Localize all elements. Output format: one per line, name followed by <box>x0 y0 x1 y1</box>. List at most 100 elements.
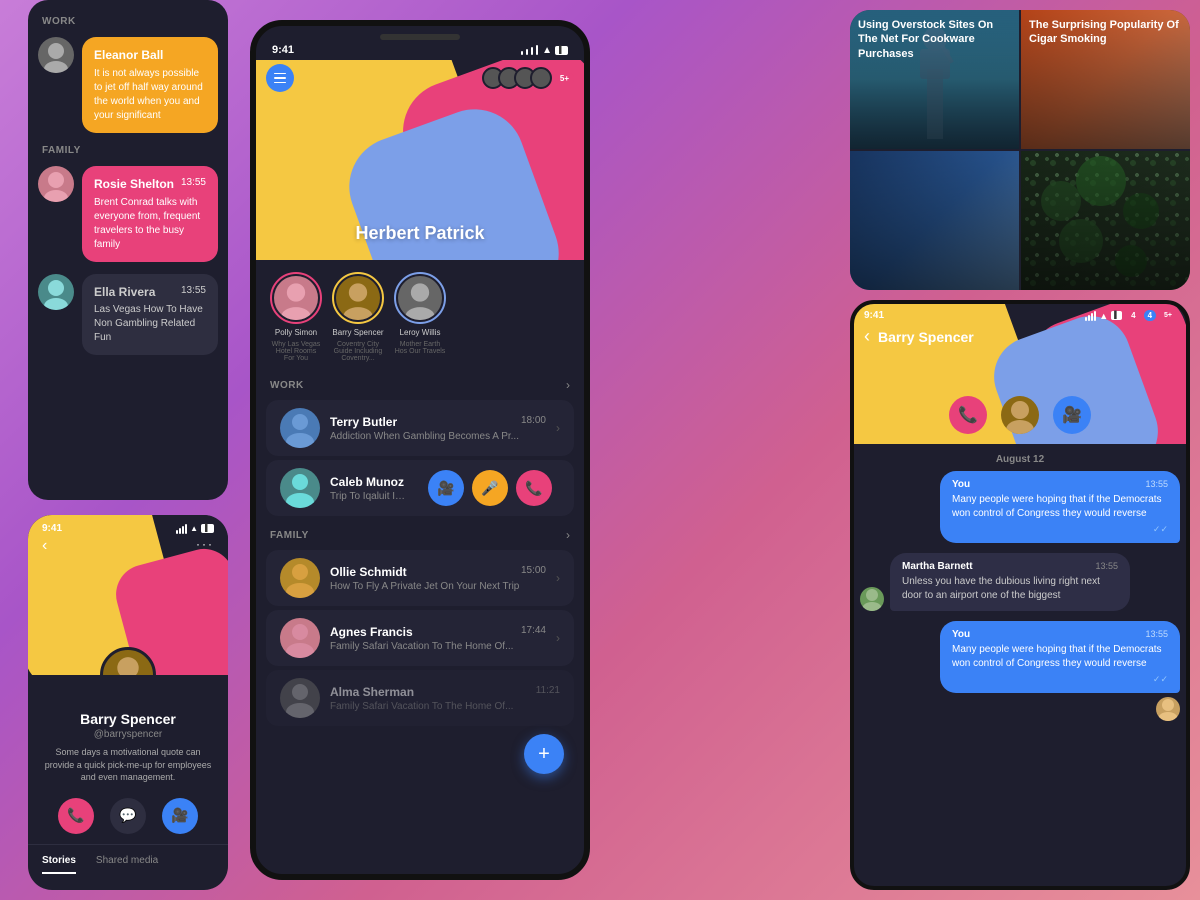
fab-compose[interactable]: + <box>524 734 564 774</box>
more-button[interactable]: ··· <box>196 537 214 555</box>
work-section-header: WORK › <box>256 370 584 396</box>
chat-item-rosie[interactable]: Rosie Shelton 13:55 Brent Conrad talks w… <box>28 160 228 268</box>
hamburger-button[interactable] <box>266 64 294 92</box>
articles-panel: Using Overstock Sites On The Net For Coo… <box>850 10 1190 290</box>
story-avatar-2 <box>398 276 442 320</box>
work-section-label: WORK <box>28 10 228 31</box>
chat-call-button[interactable]: 📞 <box>949 396 987 434</box>
msg-caleb: Trip To Iqaluit In Nu... <box>330 491 410 502</box>
time-alma: 11:21 <box>536 685 560 699</box>
msg-agnes: Family Safari Vacation To The Home Of... <box>330 641 546 652</box>
chip-video[interactable]: 🎥 <box>428 470 464 506</box>
chat-row-terry[interactable]: Terry Butler 18:00 Addiction When Gambli… <box>266 400 574 456</box>
chat-notification-badge2: 4 <box>1144 310 1156 321</box>
msg-rosie: Brent Conrad talks with everyone from, f… <box>94 196 206 252</box>
story-avatar-1 <box>336 276 380 320</box>
bubble-eleanor[interactable]: Eleanor Ball It is not always possible t… <box>82 37 218 133</box>
profile-status-icons: ▲ ▌ <box>176 524 214 534</box>
msg-bubble-received-1: Martha Barnett 13:55 Unless you have the… <box>890 553 1130 611</box>
chat-row-ollie[interactable]: Ollie Schmidt 15:00 How To Fly A Private… <box>266 550 574 606</box>
chat-person-name: Barry Spencer <box>878 329 974 345</box>
info-agnes: Agnes Francis 17:44 Family Safari Vacati… <box>330 625 546 652</box>
chat-item-eleanor[interactable]: Eleanor Ball It is not always possible t… <box>28 31 228 139</box>
wifi-icon: ▲ <box>190 524 198 533</box>
story-subtitle-2: Mother Earth Hos Our Travels <box>394 341 446 355</box>
message-wrap-0: You 13:55 Many people were hoping that i… <box>860 471 1180 543</box>
chat-row-alma[interactable]: Alma Sherman 11:21 Family Safari Vacatio… <box>266 670 574 726</box>
call-button[interactable]: 📞 <box>58 798 94 834</box>
video-button[interactable]: 🎥 <box>162 798 198 834</box>
family-arrow[interactable]: › <box>566 528 570 542</box>
msg-ella: Las Vegas How To Have Non Gambling Relat… <box>94 303 206 345</box>
message-button[interactable]: 💬 <box>110 798 146 834</box>
battery-icon: ▌ <box>201 524 214 533</box>
article-card-0[interactable]: Using Overstock Sites On The Net For Coo… <box>850 10 1019 149</box>
work-arrow[interactable]: › <box>566 378 570 392</box>
story-ring-0 <box>270 272 322 324</box>
main-top-bar: 5+ <box>266 64 574 92</box>
name-ella: Ella Rivera 13:55 <box>94 284 206 301</box>
chat-time: 9:41 <box>864 310 884 321</box>
avatar-martha <box>860 587 884 611</box>
chat-video-button[interactable]: 🎥 <box>1053 396 1091 434</box>
story-item-0[interactable]: Polly Simon Why Las Vegas Hotel Rooms Fo… <box>270 272 322 362</box>
info-alma: Alma Sherman 11:21 Family Safari Vacatio… <box>330 685 560 712</box>
bubble-ella[interactable]: Ella Rivera 13:55 Las Vegas How To Have … <box>82 274 218 356</box>
back-button[interactable]: ‹ <box>42 537 47 555</box>
profile-name: Barry Spencer <box>40 711 216 727</box>
chat-item-ella[interactable]: Ella Rivera 13:55 Las Vegas How To Have … <box>28 268 228 362</box>
avatar-agnes <box>280 618 320 658</box>
tab-stories[interactable]: Stories <box>42 855 76 874</box>
chevron-ollie: › <box>556 571 560 585</box>
story-ring-1 <box>332 272 384 324</box>
bubble-rosie[interactable]: Rosie Shelton 13:55 Brent Conrad talks w… <box>82 166 218 262</box>
article-overlay-0: Using Overstock Sites On The Net For Coo… <box>850 10 1019 149</box>
story-avatar-0 <box>274 276 318 320</box>
check-mark-2: ✓✓ <box>952 674 1168 685</box>
sender-0: You <box>952 479 970 490</box>
chat-plus-badge: 5+ <box>1160 311 1176 320</box>
article-card-1[interactable]: The Surprising Popularity Of Cigar Smoki… <box>1021 10 1190 149</box>
story-subtitle-0: Why Las Vegas Hotel Rooms For You <box>270 341 322 362</box>
work-label: WORK <box>270 380 304 391</box>
profile-actions: 📞 💬 🎥 <box>40 798 216 834</box>
chat-notification-badge: 4 <box>1127 310 1139 321</box>
battery-icon-main: ▌ <box>555 46 568 55</box>
sender-1: Martha Barnett <box>902 561 973 572</box>
profile-avatar <box>100 647 156 675</box>
profile-status-bar: 9:41 ▲ ▌ <box>42 523 214 534</box>
avatar-rosie <box>38 166 74 202</box>
info-terry: Terry Butler 18:00 Addiction When Gambli… <box>330 415 546 442</box>
chat-back-button[interactable]: ‹ <box>864 326 870 347</box>
profile-bio: Some days a motivational quote can provi… <box>40 746 216 784</box>
avatar-alma <box>280 678 320 718</box>
story-item-1[interactable]: Barry Spencer Coventry City Guide Includ… <box>332 272 384 362</box>
tab-shared-media[interactable]: Shared media <box>96 855 158 874</box>
chip-mic[interactable]: 🎤 <box>472 470 508 506</box>
signal-icon <box>176 524 187 534</box>
chip-call[interactable]: 📞 <box>516 470 552 506</box>
story-item-2[interactable]: Leroy Willis Mother Earth Hos Our Travel… <box>394 272 446 362</box>
article-title-0: Using Overstock Sites On The Net For Coo… <box>858 18 1011 61</box>
info-ollie: Ollie Schmidt 15:00 How To Fly A Private… <box>330 565 546 592</box>
name-alma: Alma Sherman <box>330 685 414 699</box>
story-name-2: Leroy Willis <box>400 328 441 337</box>
article-title-1: The Surprising Popularity Of Cigar Smoki… <box>1029 18 1182 47</box>
hamburger-icon <box>274 73 286 84</box>
chat-row-caleb[interactable]: Caleb Munoz Trip To Iqaluit In Nu... 🎥 🎤… <box>266 460 574 516</box>
chat-wifi-icon: ▲ <box>1099 311 1108 321</box>
text-2: Many people were hoping that if the Demo… <box>952 643 1168 671</box>
msg-terry: Addiction When Gambling Becomes A Pr... <box>330 431 546 442</box>
chat-row-agnes[interactable]: Agnes Francis 17:44 Family Safari Vacati… <box>266 610 574 666</box>
time-ollie: 15:00 <box>521 565 546 579</box>
left-chat-panel: WORK Eleanor Ball It is not always possi… <box>28 0 228 500</box>
msg-ollie: How To Fly A Private Jet On Your Next Tr… <box>330 581 546 592</box>
story-name-0: Polly Simon <box>275 328 317 337</box>
message-wrap-1: Martha Barnett 13:55 Unless you have the… <box>860 553 1180 611</box>
status-icons: ▲ ▌ <box>520 44 568 56</box>
name-eleanor: Eleanor Ball <box>94 47 206 64</box>
article-card-2[interactable] <box>850 151 1019 290</box>
msg-bubble-sent-0: You 13:55 Many people were hoping that i… <box>940 471 1180 543</box>
chat-header-actions: 📞 🎥 <box>854 396 1186 434</box>
article-card-3[interactable] <box>1021 151 1190 290</box>
